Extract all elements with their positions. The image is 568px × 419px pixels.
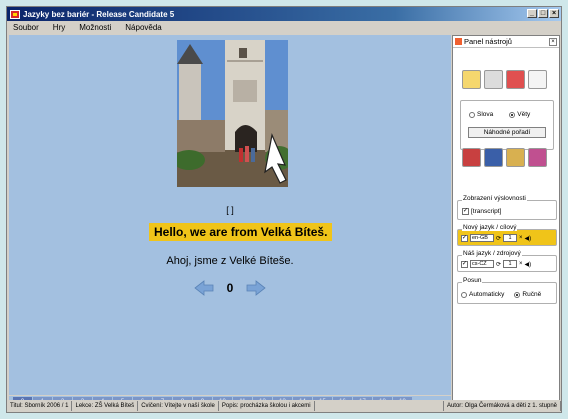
repeat-icon[interactable]: ⟳ bbox=[496, 235, 501, 242]
edit-disabled-icon[interactable] bbox=[528, 70, 547, 89]
status-spacer bbox=[315, 401, 444, 411]
app-icon bbox=[10, 9, 20, 19]
print-icon[interactable] bbox=[484, 70, 503, 89]
status-description: Popis: procházka školou i akcemi bbox=[219, 401, 315, 411]
shift-auto-radio[interactable]: Automaticky bbox=[461, 291, 504, 298]
target-sentence[interactable]: Hello, we are from Velká Bíteš. bbox=[149, 223, 333, 241]
speaker-icon[interactable]: ◀) bbox=[525, 261, 532, 268]
target-language-select[interactable]: en-GB bbox=[470, 234, 494, 242]
window-controls: _ □ × bbox=[527, 9, 559, 18]
status-exercise: Cvičení: Vítejte v naší škole bbox=[138, 401, 219, 411]
menu-bar: Soubor Hry Možnosti Nápověda bbox=[7, 21, 561, 34]
window-title: Jazyky bez bariér - Release Candidate 5 bbox=[23, 9, 175, 19]
status-bar: Titul: Sborník 2006 / 1 Lekce: ZŠ Velká … bbox=[7, 400, 561, 412]
draw-icon[interactable] bbox=[528, 148, 547, 167]
shift-group: Posun Automaticky Ručně bbox=[457, 277, 557, 304]
mute-icon[interactable]: × bbox=[519, 235, 523, 241]
target-enable-checkbox[interactable]: ✓ bbox=[461, 234, 468, 242]
status-author: Autor: Olga Čermáková a děti z 1. stupně bbox=[444, 401, 561, 411]
title-bar: Jazyky bez bariér - Release Candidate 5 … bbox=[7, 7, 561, 21]
panel-close-button[interactable]: × bbox=[549, 37, 557, 46]
repeat-icon[interactable]: ⟳ bbox=[496, 261, 501, 268]
mode-sentences-radio[interactable]: Věty bbox=[509, 111, 530, 118]
target-speed-stepper[interactable]: 1 bbox=[503, 234, 518, 242]
tool-row-2 bbox=[462, 148, 547, 167]
panel-title: Panel nástrojů bbox=[464, 37, 512, 46]
lesson-photo[interactable] bbox=[177, 40, 288, 187]
sentence-counter: 0 bbox=[226, 281, 234, 295]
panel-icon bbox=[455, 38, 462, 45]
open-folder-icon[interactable] bbox=[462, 70, 481, 89]
status-title: Titul: Sborník 2006 / 1 bbox=[7, 401, 73, 411]
pdf-icon[interactable] bbox=[506, 70, 525, 89]
minimize-button[interactable]: _ bbox=[527, 9, 537, 18]
next-arrow-icon[interactable] bbox=[246, 280, 266, 296]
navigation: 0 bbox=[9, 280, 451, 296]
mute-icon[interactable]: × bbox=[519, 261, 523, 267]
menu-games[interactable]: Hry bbox=[53, 23, 65, 32]
maximize-button[interactable]: □ bbox=[538, 9, 548, 18]
source-sentence[interactable]: Ahoj, jsme z Velké Bíteše. bbox=[9, 255, 451, 267]
pencil-icon[interactable] bbox=[506, 148, 525, 167]
source-language-group: Náš jazyk / zdrojový ✓ cs-CZ ⟳ 1 × ◀) bbox=[457, 250, 557, 272]
speaker-icon[interactable]: ◀) bbox=[525, 235, 532, 242]
record-icon[interactable] bbox=[462, 148, 481, 167]
main-stage: [ ] Hello, we are from Velká Bíteš. Ahoj… bbox=[9, 35, 451, 395]
shuffle-button[interactable]: Náhodné pořadí bbox=[468, 127, 546, 138]
close-button[interactable]: × bbox=[549, 9, 559, 18]
panel-title-bar: Panel nástrojů × bbox=[453, 36, 559, 48]
menu-file[interactable]: Soubor bbox=[13, 23, 39, 32]
transcript-text: [ ] bbox=[226, 205, 234, 215]
shift-manual-radio[interactable]: Ručně bbox=[514, 291, 541, 298]
target-language-group: Nový jazyk / cílový ✓ en-GB ⟳ 1 × ◀) bbox=[457, 224, 557, 246]
source-language-select[interactable]: cs-CZ bbox=[470, 260, 494, 268]
status-lesson: Lekce: ZŠ Velká Bíteš bbox=[72, 401, 139, 411]
mode-group: Slova Věty Náhodné pořadí bbox=[460, 100, 554, 150]
book-icon[interactable] bbox=[484, 148, 503, 167]
mode-words-radio[interactable]: Slova bbox=[469, 111, 493, 118]
tool-row-1 bbox=[462, 70, 547, 89]
menu-help[interactable]: Nápověda bbox=[125, 23, 161, 32]
app-window: Jazyky bez bariér - Release Candidate 5 … bbox=[6, 6, 562, 413]
previous-arrow-icon[interactable] bbox=[194, 280, 214, 296]
source-enable-checkbox[interactable]: ✓ bbox=[461, 260, 468, 268]
menu-options[interactable]: Možnosti bbox=[79, 23, 111, 32]
pronunciation-group: Zobrazení výslovnosti ✓ [transcript] bbox=[457, 195, 557, 220]
tool-panel: Panel nástrojů × Slova Věty Náhodné pořa… bbox=[452, 35, 560, 407]
transcript-checkbox[interactable]: ✓ [transcript] bbox=[462, 208, 501, 215]
source-speed-stepper[interactable]: 1 bbox=[503, 260, 518, 268]
